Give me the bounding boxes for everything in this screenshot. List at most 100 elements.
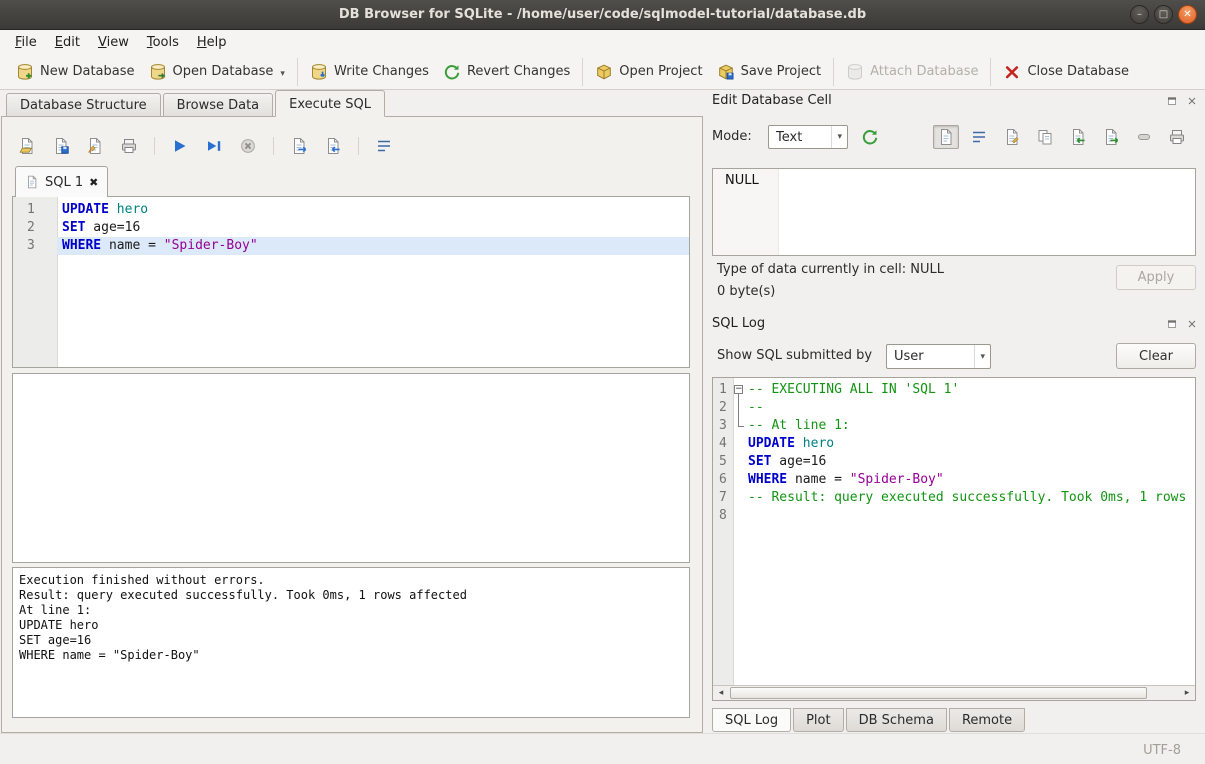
chevron-down-icon: ▾ <box>831 126 847 148</box>
menu-help[interactable]: Help <box>188 32 236 53</box>
cell-type-info: Type of data currently in cell: NULL <box>717 262 944 277</box>
main-tab-bar: Database StructureBrowse DataExecute SQL <box>6 90 387 117</box>
scrollbar-track[interactable] <box>729 686 1179 700</box>
undock-panel-button[interactable] <box>1165 317 1179 331</box>
dock-tab-plot[interactable]: Plot <box>793 708 844 732</box>
revert-changes-button[interactable]: Revert Changes <box>436 60 577 84</box>
revert-changes-icon <box>443 63 461 81</box>
save-sql-file-as-button[interactable] <box>82 134 108 158</box>
write-changes-button[interactable]: Write Changes <box>303 60 436 84</box>
menu-edit[interactable]: Edit <box>46 32 89 53</box>
sql-log-view[interactable]: 1−-- EXECUTING ALL IN 'SQL 1'2--3-- At l… <box>712 377 1196 701</box>
tab-browse-data[interactable]: Browse Data <box>163 93 274 117</box>
close-icon <box>1186 318 1198 330</box>
open-project-button[interactable]: Open Project <box>588 60 709 84</box>
auto-switch-mode-button[interactable] <box>857 125 883 149</box>
dock-area: Edit Database Cell Mode: Text ▾ NULL Typ… <box>705 90 1205 733</box>
word-wrap-icon <box>970 128 988 146</box>
execute-current-line-icon <box>205 137 223 155</box>
sql-toolbar <box>14 134 397 158</box>
export-sql-icon <box>290 137 308 155</box>
clear-log-button[interactable]: Clear <box>1116 343 1196 369</box>
tab-database-structure[interactable]: Database Structure <box>6 93 161 117</box>
code-line-2: 2SET age=16 <box>13 219 689 237</box>
titlebar[interactable]: DB Browser for SQLite - /home/user/code/… <box>0 0 1205 30</box>
mode-select-value: Text <box>776 130 827 145</box>
attach-database-icon <box>846 63 864 81</box>
word-wrap-button[interactable] <box>966 125 992 149</box>
chevron-down-icon[interactable]: ▾ <box>280 69 285 81</box>
sql-tab[interactable]: SQL 1 ✖ <box>15 166 108 197</box>
word-wrap-button[interactable] <box>371 134 397 158</box>
execute-current-line-button[interactable] <box>201 134 227 158</box>
close-button[interactable]: ✕ <box>1178 5 1197 24</box>
export-sql-button[interactable] <box>286 134 312 158</box>
export-cell-icon <box>1102 128 1120 146</box>
export-cell-button[interactable] <box>1098 125 1124 149</box>
copy-cell-button[interactable] <box>1032 125 1058 149</box>
code-line-3: 3-- At line 1: <box>713 417 1195 435</box>
window-controls: –□ ✕ <box>1130 5 1197 24</box>
menu-tools[interactable]: Tools <box>138 32 188 53</box>
log-filter-select[interactable]: User ▾ <box>886 344 991 369</box>
tab-execute-sql[interactable]: Execute SQL <box>275 90 385 117</box>
dock-tab-remote[interactable]: Remote <box>949 708 1025 732</box>
write-changes-icon <box>310 63 328 81</box>
new-database-button[interactable]: New Database <box>9 60 142 84</box>
close-panel-button[interactable] <box>1185 317 1199 331</box>
close-panel-button[interactable] <box>1185 94 1199 108</box>
scroll-left-button[interactable]: ◂ <box>713 686 729 700</box>
horizontal-scrollbar[interactable]: ◂ ▸ <box>713 685 1195 700</box>
set-null-button[interactable] <box>1131 125 1157 149</box>
sql-tab-label: SQL 1 <box>45 175 83 190</box>
close-tab-icon[interactable]: ✖ <box>89 177 98 188</box>
attach-database-button[interactable]: Attach Database <box>839 60 985 84</box>
cell-size-info: 0 byte(s) <box>717 284 775 299</box>
apply-button[interactable]: Apply <box>1116 265 1196 290</box>
import-sql-button[interactable] <box>320 134 346 158</box>
open-in-editor-button[interactable] <box>999 125 1025 149</box>
import-cell-button[interactable] <box>1065 125 1091 149</box>
undock-panel-button[interactable] <box>1165 94 1179 108</box>
mode-select[interactable]: Text ▾ <box>768 125 848 149</box>
menu-view[interactable]: View <box>89 32 138 53</box>
stop-button[interactable] <box>235 134 261 158</box>
code-line-2: 2-- <box>713 399 1195 417</box>
execute-sql-pane: SQL 1 ✖ 1UPDATE hero2SET age=163WHERE na… <box>1 116 703 733</box>
save-sql-file-button[interactable] <box>48 134 74 158</box>
save-project-button[interactable]: Save Project <box>710 60 829 84</box>
execution-output[interactable]: Execution finished without errors.Result… <box>12 567 690 718</box>
fold-marker-icon[interactable]: − <box>734 385 743 394</box>
dock-tab-db-schema[interactable]: DB Schema <box>846 708 947 732</box>
print-button[interactable] <box>1164 125 1190 149</box>
log-filter-value: User <box>894 349 970 364</box>
close-database-icon <box>1003 63 1021 81</box>
maximize-button[interactable]: □ <box>1154 5 1173 24</box>
cell-content: NULL <box>725 173 759 188</box>
stop-icon <box>239 137 257 155</box>
save-sql-file-as-icon <box>86 137 104 155</box>
print-button[interactable] <box>116 134 142 158</box>
sql-file-icon <box>25 175 39 189</box>
open-database-button[interactable]: Open Database▾ <box>142 60 292 84</box>
app-window: DB Browser for SQLite - /home/user/code/… <box>0 0 1205 764</box>
dock-tab-sql-log[interactable]: SQL Log <box>712 708 791 732</box>
close-database-button[interactable]: Close Database <box>996 60 1136 84</box>
open-sql-file-button[interactable] <box>14 134 40 158</box>
encoding-indicator: UTF-8 <box>1143 743 1181 758</box>
scroll-right-button[interactable]: ▸ <box>1179 686 1195 700</box>
word-wrap-icon <box>375 137 393 155</box>
cell-editor[interactable]: NULL <box>712 168 1196 256</box>
scrollbar-thumb[interactable] <box>730 687 1147 699</box>
text-view-button[interactable] <box>933 125 959 149</box>
menubar: FileEditViewToolsHelp <box>0 30 1205 54</box>
window-title: DB Browser for SQLite - /home/user/code/… <box>339 7 866 22</box>
open-project-icon <box>595 63 613 81</box>
menu-file[interactable]: File <box>6 32 46 53</box>
import-cell-icon <box>1069 128 1087 146</box>
set-null-icon <box>1135 128 1153 146</box>
sql-editor[interactable]: 1UPDATE hero2SET age=163WHERE name = "Sp… <box>12 196 690 368</box>
minimize-button[interactable]: – <box>1130 5 1149 24</box>
execute-all-button[interactable] <box>167 134 193 158</box>
dock-tab-bar: SQL LogPlotDB SchemaRemote <box>712 708 1027 732</box>
